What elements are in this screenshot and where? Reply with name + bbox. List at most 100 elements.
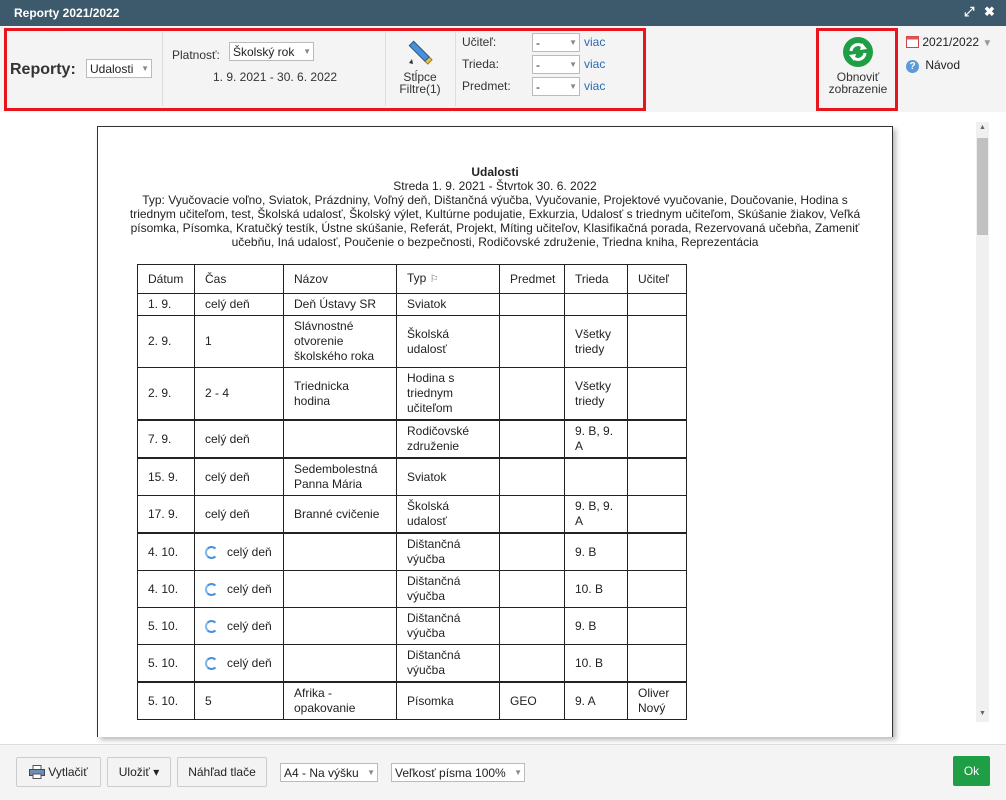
column-header-type[interactable]: Typ ⚐ <box>396 264 500 294</box>
cell-date-text: 2. 9. <box>148 334 172 348</box>
column-header-teacher: Učiteľ <box>627 264 687 294</box>
table-row: 7. 9. celý deň Rodičovské združenie 9. B, 9… <box>137 419 687 459</box>
font-size-select[interactable]: Veľkosť písma 100% ▼ <box>391 763 525 782</box>
teacher-select[interactable]: - ▼ <box>532 33 580 52</box>
cell-name-text: Afrika - opakovanie <box>294 686 356 715</box>
table-row: 2. 9. 2 - 4 Triednicka hodina Hodina s trie… <box>137 367 687 421</box>
cell-type: Dištančná výučba <box>396 607 500 645</box>
subject-select[interactable]: - ▼ <box>532 77 580 96</box>
cell-type: Sviatok <box>396 293 500 316</box>
date-range: 1. 9. 2021 - 30. 6. 2022 <box>213 70 338 84</box>
cell-subject-text: GEO <box>510 693 537 708</box>
columns-filters-button[interactable]: Stĺpce Filtre(1) <box>386 34 454 104</box>
save-button[interactable]: Uložiť ▾ <box>107 757 171 787</box>
close-icon[interactable]: ✖ <box>984 4 995 20</box>
teacher-value: - <box>536 36 540 50</box>
cell-name <box>283 532 397 571</box>
vertical-scrollbar[interactable]: ▲ ▼ <box>976 122 989 722</box>
cell-time: celý deň <box>194 457 284 496</box>
cell-date: 4. 10. <box>137 570 195 608</box>
maximize-icon[interactable]: ⤢ <box>964 4 974 20</box>
cell-class-text: 9. B <box>575 618 597 633</box>
cell-type-text: Dištančná výučba <box>407 537 461 566</box>
refresh-view-button[interactable]: Obnoviť zobrazenie <box>822 34 894 106</box>
table-row: 5. 10. celý deň Dištančná výučba 9. B <box>137 607 687 645</box>
print-preview-button[interactable]: Náhľad tlače <box>177 757 267 787</box>
refresh-label-2: zobrazenie <box>828 82 888 96</box>
column-header-class: Trieda <box>564 264 628 294</box>
ok-button[interactable]: Ok <box>953 756 990 786</box>
type-header-label: Typ <box>407 271 427 285</box>
calendar-icon <box>906 36 919 48</box>
cell-name-text: Slávnostné otvorenie školského roka <box>294 319 375 363</box>
cell-time-text: celý deň <box>205 469 250 484</box>
cell-teacher <box>627 419 687 459</box>
cell-class: 9. B <box>564 532 628 571</box>
cell-subject <box>499 315 565 368</box>
cell-time-text: celý deň <box>227 581 272 596</box>
teacher-more-link[interactable]: viac <box>584 35 605 49</box>
school-year-value: 2021/2022 <box>922 35 980 49</box>
cell-date-text: 17. 9. <box>148 506 179 521</box>
cell-name-text: Deň Ústavy SR <box>294 297 377 311</box>
cell-date-text: 2. 9. <box>148 386 172 400</box>
cell-teacher <box>627 315 687 368</box>
cell-class-text: Všetky triedy <box>575 326 612 356</box>
divider <box>162 32 163 106</box>
cell-subject <box>499 532 565 571</box>
table-row: 17. 9. celý deň Branné cvičenie Školská uda… <box>137 495 687 534</box>
class-value: - <box>536 58 540 72</box>
table-row: 5. 10. celý deň Dištančná výučba 10. B <box>137 644 687 683</box>
cell-type: Školská udalosť <box>396 495 500 534</box>
cell-class: 9. A <box>564 681 628 720</box>
cell-class: 9. B <box>564 607 628 645</box>
cell-subject: GEO <box>499 681 565 720</box>
validity-select[interactable]: Školský rok ▼ <box>229 42 314 61</box>
cell-type-text: Školská udalosť <box>407 326 450 356</box>
cell-type: Písomka <box>396 681 500 720</box>
font-size-value: Veľkosť písma 100% <box>395 766 506 780</box>
cell-teacher <box>627 644 687 683</box>
report-type-select[interactable]: Udalosti ▼ <box>86 59 152 78</box>
guide-label: Návod <box>925 58 961 72</box>
subject-more-link[interactable]: viac <box>584 79 605 93</box>
subject-label: Predmet: <box>462 79 511 93</box>
cell-time: celý deň <box>194 532 284 571</box>
cell-time: celý deň <box>194 607 284 645</box>
guide-link[interactable]: ? Návod <box>906 58 960 74</box>
cell-name <box>283 570 397 608</box>
scroll-up-icon[interactable]: ▲ <box>979 124 986 131</box>
cell-date-text: 4. 10. <box>148 544 179 559</box>
cell-name: Branné cvičenie <box>283 495 397 534</box>
cell-class: 9. B, 9. A <box>564 495 628 534</box>
cell-teacher: Oliver Nový <box>627 681 687 720</box>
cell-name: Triednicka hodina <box>283 367 397 421</box>
cell-date-text: 7. 9. <box>148 431 172 446</box>
cell-time-text: celý deň <box>227 655 272 670</box>
cell-class-text: 9. B <box>575 544 597 559</box>
class-select[interactable]: - ▼ <box>532 55 580 74</box>
report-type-value: Udalosti <box>90 62 134 76</box>
scroll-down-icon[interactable]: ▼ <box>979 710 986 717</box>
school-year-select[interactable]: 2021/2022 ▼ <box>906 35 992 51</box>
cell-time: celý deň <box>194 419 284 459</box>
table-row: 4. 10. celý deň Dištančná výučba 10. B <box>137 570 687 608</box>
cell-type: Dištančná výučba <box>396 570 500 608</box>
paper-size-select[interactable]: A4 - Na výšku ▼ <box>280 763 378 782</box>
cell-date-text: 15. 9. <box>148 469 179 484</box>
scroll-thumb[interactable] <box>977 138 988 235</box>
toolbar: Reporty: Udalosti ▼ Platnosť: Školský rok… <box>0 26 1006 113</box>
cell-type: Rodičovské združenie <box>396 419 500 459</box>
print-button[interactable]: Vytlačiť <box>16 757 101 787</box>
cell-teacher <box>627 457 687 496</box>
cell-name-text: Triednicka hodina <box>294 378 349 408</box>
paper-size-value: A4 - Na výšku <box>284 766 359 780</box>
cell-class: 9. B, 9. A <box>564 419 628 459</box>
window-title: Reporty 2021/2022 <box>14 6 120 20</box>
cell-name: Afrika - opakovanie <box>283 681 397 720</box>
window-titlebar: Reporty 2021/2022 ⤢ ✖ <box>0 0 1006 26</box>
cell-class-text: 9. A <box>575 693 596 708</box>
class-more-link[interactable]: viac <box>584 57 605 71</box>
chevron-down-icon: ▼ <box>514 768 522 777</box>
cell-class-text: 10. B <box>575 581 604 596</box>
